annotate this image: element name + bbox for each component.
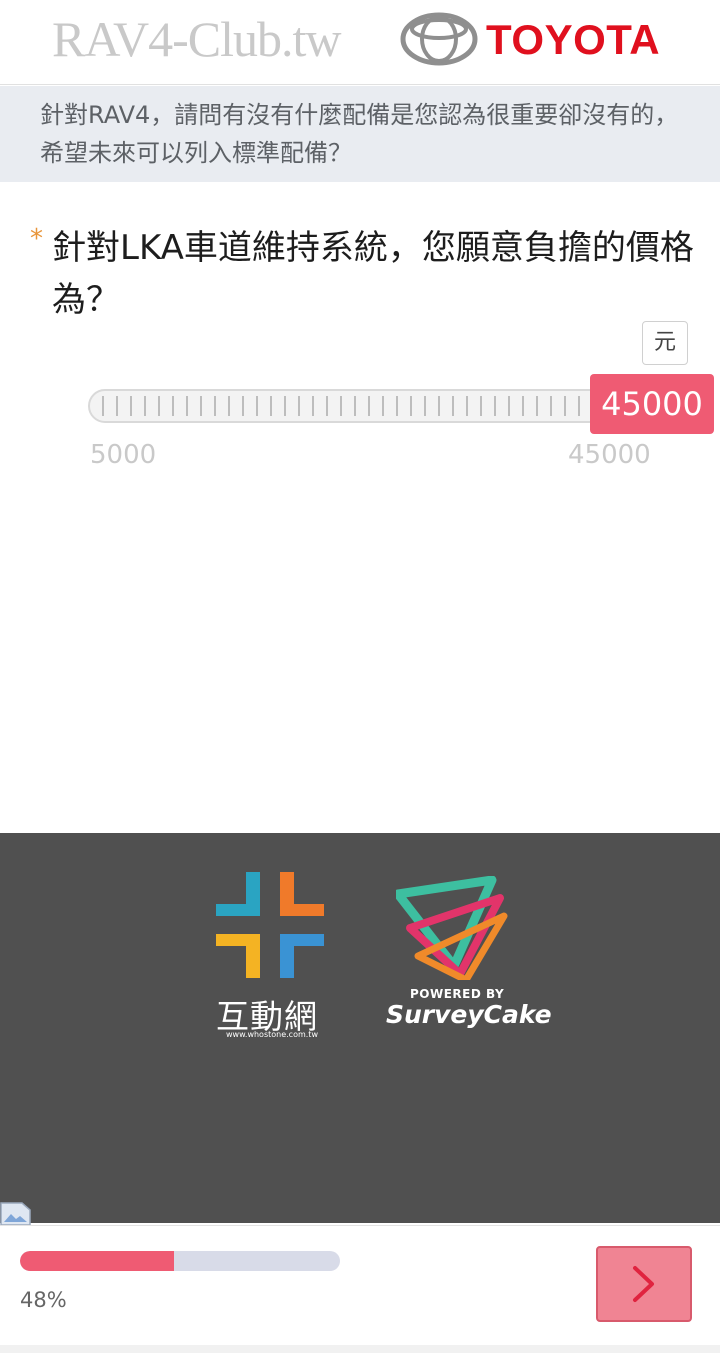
slider-handle-value[interactable]: 45000 [590, 374, 714, 434]
surveycake-logo-icon [396, 876, 508, 980]
progress-fill [20, 1251, 174, 1271]
partner-url: www.whostone.com.tw [226, 1030, 318, 1039]
site-header: RAV4-Club.tw TOYOTA [0, 0, 720, 85]
chevron-right-icon [633, 1266, 654, 1302]
broken-image-icon [0, 1202, 31, 1226]
next-page-button[interactable] [596, 1246, 692, 1322]
whostone-logo-icon [216, 872, 324, 978]
required-mark: * [30, 224, 43, 254]
slider-ticks [102, 396, 636, 416]
progress-percent-label: 48% [20, 1288, 67, 1312]
site-title: RAV4-Club.tw [52, 11, 342, 67]
bottom-strip [0, 1345, 720, 1353]
brand-name: TOYOTA [486, 16, 661, 63]
powered-by-label: POWERED BY [410, 987, 505, 1001]
context-question-bar: 針對RAV4，請問有沒有什麼配備是您認為很重要卻沒有的，希望未來可以列入標準配備… [0, 86, 720, 182]
footer [0, 833, 720, 1223]
question-title: 針對LKA車道維持系統，您願意負擔的價格為？ [52, 228, 694, 320]
toyota-emblem-icon [400, 12, 478, 66]
price-slider-track[interactable] [88, 389, 648, 423]
context-question-text: 針對RAV4，請問有沒有什麼配備是您認為很重要卻沒有的，希望未來可以列入標準配備… [40, 101, 679, 167]
platform-name: SurveyCake [386, 1000, 552, 1029]
slider-max-label: 45000 [568, 440, 651, 470]
question-block: * 針對LKA車道維持系統，您願意負擔的價格為？ [30, 222, 700, 326]
progress-bar [20, 1251, 340, 1271]
unit-badge: 元 [642, 321, 688, 365]
slider-min-label: 5000 [90, 440, 157, 470]
